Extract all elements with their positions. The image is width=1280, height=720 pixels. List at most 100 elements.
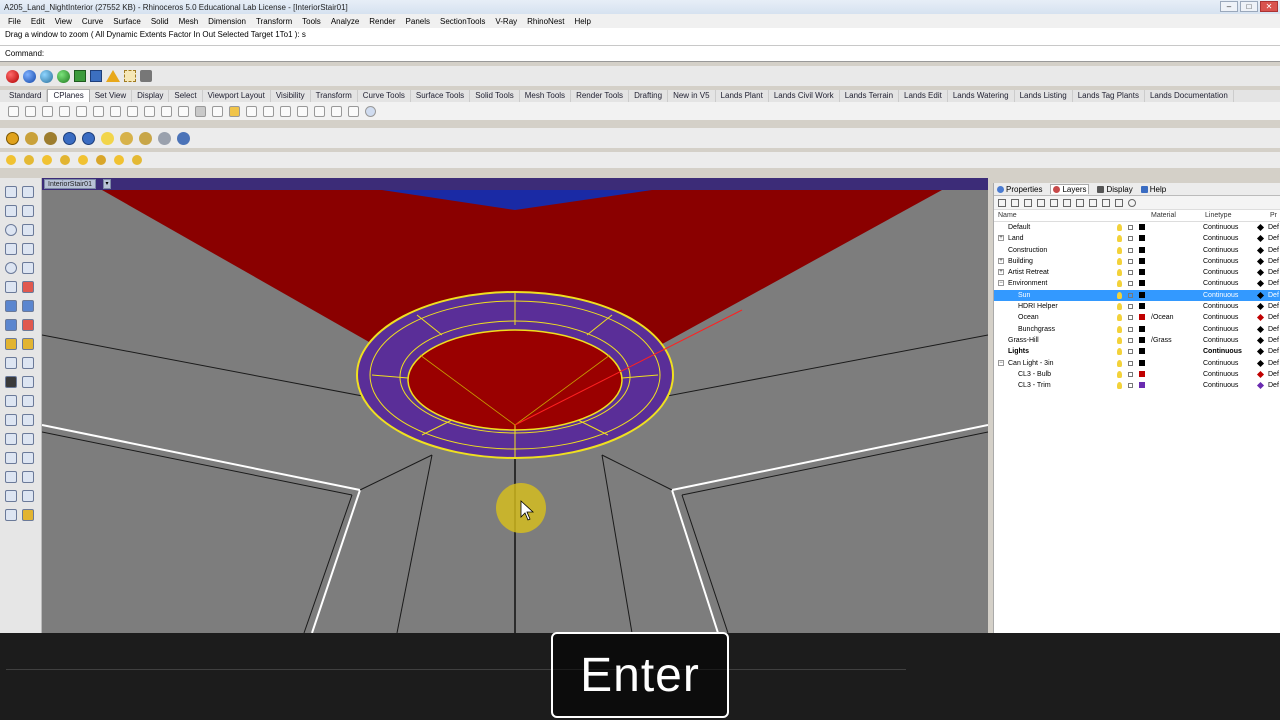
vray-proxy-icon[interactable] — [140, 70, 152, 82]
layer-color-swatch[interactable] — [1139, 235, 1145, 242]
cplane-view-icon[interactable] — [144, 105, 155, 117]
layer-linetype[interactable]: Continuous — [1203, 222, 1238, 233]
print-color-icon[interactable] — [1256, 325, 1265, 333]
print-color-icon[interactable] — [1256, 280, 1265, 288]
visibility-bulb-icon[interactable] — [1117, 257, 1122, 265]
decal-icon[interactable] — [44, 131, 57, 145]
vray-warning-icon[interactable] — [106, 70, 120, 82]
layer-row[interactable]: Default Continuous Def — [994, 222, 1280, 233]
lock-icon[interactable] — [1128, 383, 1133, 389]
menu-render[interactable]: Render — [364, 17, 400, 26]
layer-color-swatch[interactable] — [1139, 246, 1145, 253]
visibility-bulb-icon[interactable] — [1117, 314, 1122, 322]
layer-name[interactable]: HDRI Helper — [1018, 301, 1058, 312]
cplane-rotate-icon[interactable] — [59, 105, 70, 117]
move-down-icon[interactable] — [1050, 198, 1058, 207]
layer-linetype[interactable]: Continuous — [1203, 358, 1238, 369]
join-icon[interactable] — [5, 452, 17, 464]
layer-row[interactable]: − Environment Continuous Def — [994, 278, 1280, 289]
print-color-icon[interactable] — [1256, 370, 1265, 378]
new-layer-icon[interactable] — [998, 198, 1006, 207]
layer-name[interactable]: Construction — [1008, 245, 1047, 256]
print-color-icon[interactable] — [1256, 382, 1265, 390]
sun-light-icon[interactable] — [96, 155, 106, 165]
directional-light-icon[interactable] — [42, 155, 52, 165]
sun-icon[interactable] — [101, 131, 114, 145]
column-print[interactable]: Pr — [1270, 212, 1277, 219]
menu-view[interactable]: View — [50, 17, 77, 26]
layer-name[interactable]: Artist Retreat — [1008, 267, 1049, 278]
layer-color-swatch[interactable] — [1139, 382, 1145, 389]
cplane-origin-icon[interactable] — [8, 105, 19, 117]
viewport-dropdown-icon[interactable]: ▾ — [103, 179, 111, 189]
layer-color-swatch[interactable] — [1139, 303, 1145, 310]
layer-row[interactable]: Lights Continuous Def — [994, 346, 1280, 357]
tab-display[interactable]: Display — [132, 90, 170, 102]
layer-row[interactable]: + Building Continuous Def — [994, 256, 1280, 267]
move-right-icon[interactable] — [1076, 198, 1084, 207]
print-color-icon[interactable] — [1256, 348, 1265, 356]
viewport-interior-stair[interactable]: InteriorStair01 ▾ — [42, 178, 988, 633]
expand-toggle-icon[interactable]: − — [998, 359, 1004, 366]
layer-print-width[interactable]: Def — [1268, 267, 1279, 278]
mirror-icon[interactable] — [5, 395, 17, 407]
box-icon[interactable] — [22, 319, 34, 331]
vray-frame-buffer-icon[interactable] — [40, 69, 53, 83]
extrude-icon[interactable] — [5, 319, 17, 331]
layer-linetype[interactable]: Continuous — [1203, 301, 1238, 312]
layer-linetype[interactable]: Continuous — [1203, 233, 1238, 244]
expand-toggle-icon[interactable]: − — [998, 280, 1004, 287]
print-color-icon[interactable] — [1256, 269, 1265, 277]
delete-layer-icon[interactable] — [1024, 198, 1032, 207]
cplane-named-icon[interactable] — [229, 105, 240, 117]
scale-icon[interactable] — [22, 376, 34, 388]
layer-color-swatch[interactable] — [1139, 370, 1145, 377]
menu-dimension[interactable]: Dimension — [203, 17, 251, 26]
print-color-icon[interactable] — [1256, 303, 1265, 311]
render-icon[interactable] — [22, 509, 34, 521]
menu-rhinonest[interactable]: RhinoNest — [522, 17, 569, 26]
ellipse-icon[interactable] — [5, 262, 17, 274]
print-color-icon[interactable] — [1256, 235, 1265, 243]
expand-toggle-icon[interactable]: + — [998, 257, 1004, 264]
menu-sectiontools[interactable]: SectionTools — [435, 17, 490, 26]
tab-set-view[interactable]: Set View — [90, 90, 133, 102]
layer-color-swatch[interactable] — [1139, 257, 1145, 264]
layer-name[interactable]: Building — [1008, 256, 1033, 267]
layer-print-width[interactable]: Def — [1268, 358, 1279, 369]
vray-green-box-icon[interactable] — [74, 70, 86, 82]
mesh-icon[interactable] — [22, 338, 34, 350]
close-button[interactable]: ✕ — [1260, 1, 1278, 12]
layer-color-swatch[interactable] — [1139, 269, 1145, 276]
cplane-next-icon[interactable] — [297, 105, 308, 117]
layer-print-width[interactable]: Def — [1268, 312, 1279, 323]
ies-light-icon[interactable] — [114, 155, 124, 165]
boolean-icon[interactable] — [5, 338, 17, 350]
expand-toggle-icon[interactable]: + — [998, 235, 1004, 242]
cplane-curve-icon[interactable] — [93, 105, 104, 117]
arc-icon[interactable] — [22, 224, 34, 236]
print-color-icon[interactable] — [1256, 246, 1265, 254]
loft-icon[interactable] — [22, 300, 34, 312]
tab-help[interactable]: Help — [1140, 185, 1166, 194]
layer-print-width[interactable]: Def — [1268, 290, 1279, 301]
lock-icon[interactable] — [1128, 337, 1133, 343]
select-arrow-icon[interactable] — [5, 186, 17, 198]
layer-linetype[interactable]: Continuous — [1203, 290, 1238, 301]
cplane-elevation-icon[interactable] — [25, 105, 36, 117]
layer-linetype[interactable]: Continuous — [1203, 335, 1238, 346]
render-rt-icon[interactable] — [82, 131, 95, 145]
tab-lands-civil-work[interactable]: Lands Civil Work — [769, 90, 840, 102]
visibility-bulb-icon[interactable] — [1117, 224, 1122, 231]
lock-icon[interactable] — [1128, 326, 1133, 332]
layer-state-icon[interactable] — [1102, 198, 1110, 207]
lock-icon[interactable] — [1128, 281, 1133, 287]
layer-row[interactable]: CL3 - Bulb Continuous Def — [994, 369, 1280, 380]
lock-icon[interactable] — [1128, 270, 1133, 276]
viewport-name-label[interactable]: InteriorStair01 — [44, 179, 96, 189]
text-icon[interactable] — [5, 414, 17, 426]
column-material[interactable]: Material — [1151, 212, 1176, 219]
move-left-icon[interactable] — [1063, 198, 1071, 207]
print-color-icon[interactable] — [1256, 336, 1265, 345]
point-light-icon[interactable] — [24, 155, 34, 165]
